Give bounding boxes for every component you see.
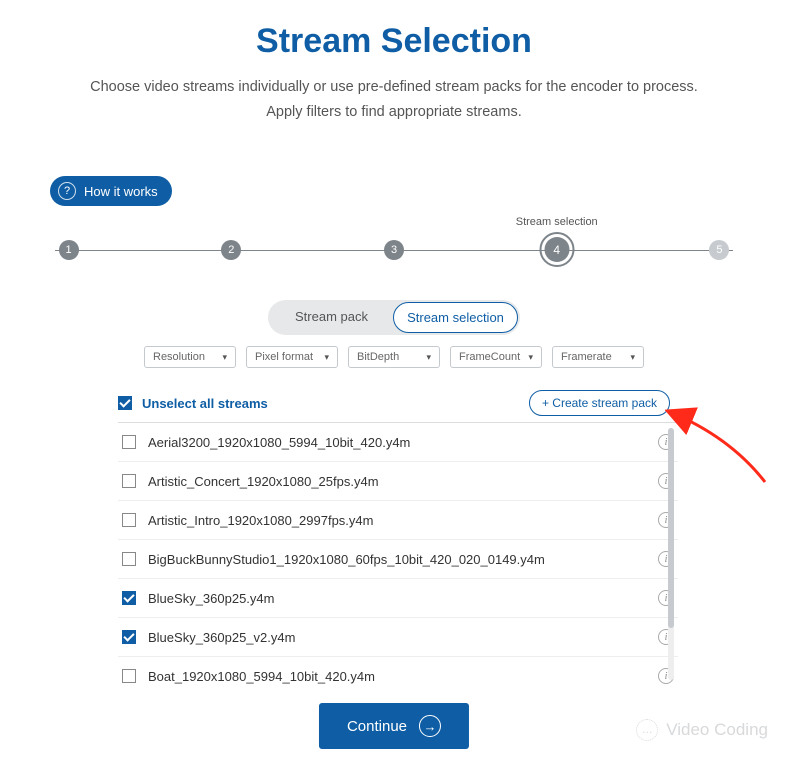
page-title: Stream Selection	[0, 22, 788, 61]
arrow-right-icon: →	[419, 715, 441, 737]
tab-stream-selection[interactable]: Stream selection	[393, 302, 518, 333]
filter-bitdepth[interactable]: BitDepth ▾	[348, 346, 440, 368]
unselect-all-label: Unselect all streams	[142, 396, 268, 411]
question-icon: ?	[58, 182, 76, 200]
filter-pixel-format[interactable]: Pixel format ▾	[246, 346, 338, 368]
step-3[interactable]: 3	[384, 240, 404, 260]
progress-stepper: Stream selection 1 2 3 4 5	[55, 236, 733, 266]
stream-checkbox[interactable]	[122, 552, 136, 566]
watermark: … Video Coding	[636, 719, 768, 741]
stream-checkbox[interactable]	[122, 630, 136, 644]
list-item[interactable]: Boat_1920x1080_5994_10bit_420.y4mi	[118, 657, 678, 689]
list-item[interactable]: BlueSky_360p25_v2.y4mi	[118, 618, 678, 657]
step-4-number: 4	[544, 237, 569, 262]
step-2[interactable]: 2	[221, 240, 241, 260]
chevron-down-icon: ▾	[324, 352, 329, 363]
chevron-down-icon: ▾	[528, 352, 533, 363]
subtitle-line1: Choose video streams individually or use…	[90, 79, 698, 95]
list-item[interactable]: Artistic_Intro_1920x1080_2997fps.y4mi	[118, 501, 678, 540]
list-item[interactable]: BigBuckBunnyStudio1_1920x1080_60fps_10bi…	[118, 540, 678, 579]
filter-framecount[interactable]: FrameCount ▾	[450, 346, 542, 368]
mode-tabs: Stream pack Stream selection	[268, 300, 520, 335]
stream-checkbox[interactable]	[122, 669, 136, 683]
watermark-text: Video Coding	[666, 720, 768, 740]
chevron-down-icon: ▾	[630, 352, 635, 363]
stream-checkbox[interactable]	[122, 474, 136, 488]
scrollbar-thumb[interactable]	[668, 428, 674, 628]
chevron-down-icon: ▾	[426, 352, 431, 363]
annotation-arrow	[665, 407, 775, 489]
stream-name: BlueSky_360p25_v2.y4m	[148, 630, 658, 645]
stream-name: Artistic_Intro_1920x1080_2997fps.y4m	[148, 513, 658, 528]
filter-label: BitDepth	[357, 351, 399, 363]
stream-name: BigBuckBunnyStudio1_1920x1080_60fps_10bi…	[148, 552, 658, 567]
stream-name: Boat_1920x1080_5994_10bit_420.y4m	[148, 669, 658, 684]
filter-label: Framerate	[561, 351, 612, 363]
continue-button[interactable]: Continue →	[319, 703, 469, 749]
unselect-all-button[interactable]: Unselect all streams	[118, 396, 268, 411]
step-1[interactable]: 1	[59, 240, 79, 260]
list-item[interactable]: Artistic_Concert_1920x1080_25fps.y4mi	[118, 462, 678, 501]
filter-label: Resolution	[153, 351, 205, 363]
filters-row: Resolution▾Pixel format▾BitDepth▾FrameCo…	[144, 346, 644, 368]
list-item[interactable]: BlueSky_360p25.y4mi	[118, 579, 678, 618]
continue-label: Continue	[347, 718, 407, 735]
stream-name: Aerial3200_1920x1080_5994_10bit_420.y4m	[148, 435, 658, 450]
how-it-works-label: How it works	[84, 184, 158, 199]
tab-stream-pack[interactable]: Stream pack	[270, 302, 393, 333]
create-stream-pack-button[interactable]: + Create stream pack	[529, 390, 670, 416]
step-5: 5	[709, 240, 729, 260]
stream-list: Aerial3200_1920x1080_5994_10bit_420.y4mi…	[118, 422, 678, 689]
step-label-active: Stream selection	[516, 216, 598, 228]
scrollbar[interactable]	[668, 428, 674, 680]
filter-framerate[interactable]: Framerate ▾	[552, 346, 644, 368]
stream-checkbox[interactable]	[122, 435, 136, 449]
subtitle-line2: Apply filters to find appropriate stream…	[266, 104, 521, 120]
stream-name: BlueSky_360p25.y4m	[148, 591, 658, 606]
stream-checkbox[interactable]	[122, 513, 136, 527]
step-4-active[interactable]: 4	[539, 232, 574, 267]
filter-label: FrameCount	[459, 351, 520, 363]
watermark-icon: …	[636, 719, 658, 741]
chevron-down-icon: ▾	[222, 352, 227, 363]
list-item[interactable]: Aerial3200_1920x1080_5994_10bit_420.y4mi	[118, 423, 678, 462]
unselect-all-checkbox[interactable]	[118, 396, 132, 410]
how-it-works-button[interactable]: ? How it works	[50, 176, 172, 206]
page-subtitle: Choose video streams individually or use…	[0, 75, 788, 124]
stream-name: Artistic_Concert_1920x1080_25fps.y4m	[148, 474, 658, 489]
filter-label: Pixel format	[255, 351, 313, 363]
stream-checkbox[interactable]	[122, 591, 136, 605]
filter-resolution[interactable]: Resolution ▾	[144, 346, 236, 368]
list-header: Unselect all streams + Create stream pac…	[118, 390, 670, 416]
